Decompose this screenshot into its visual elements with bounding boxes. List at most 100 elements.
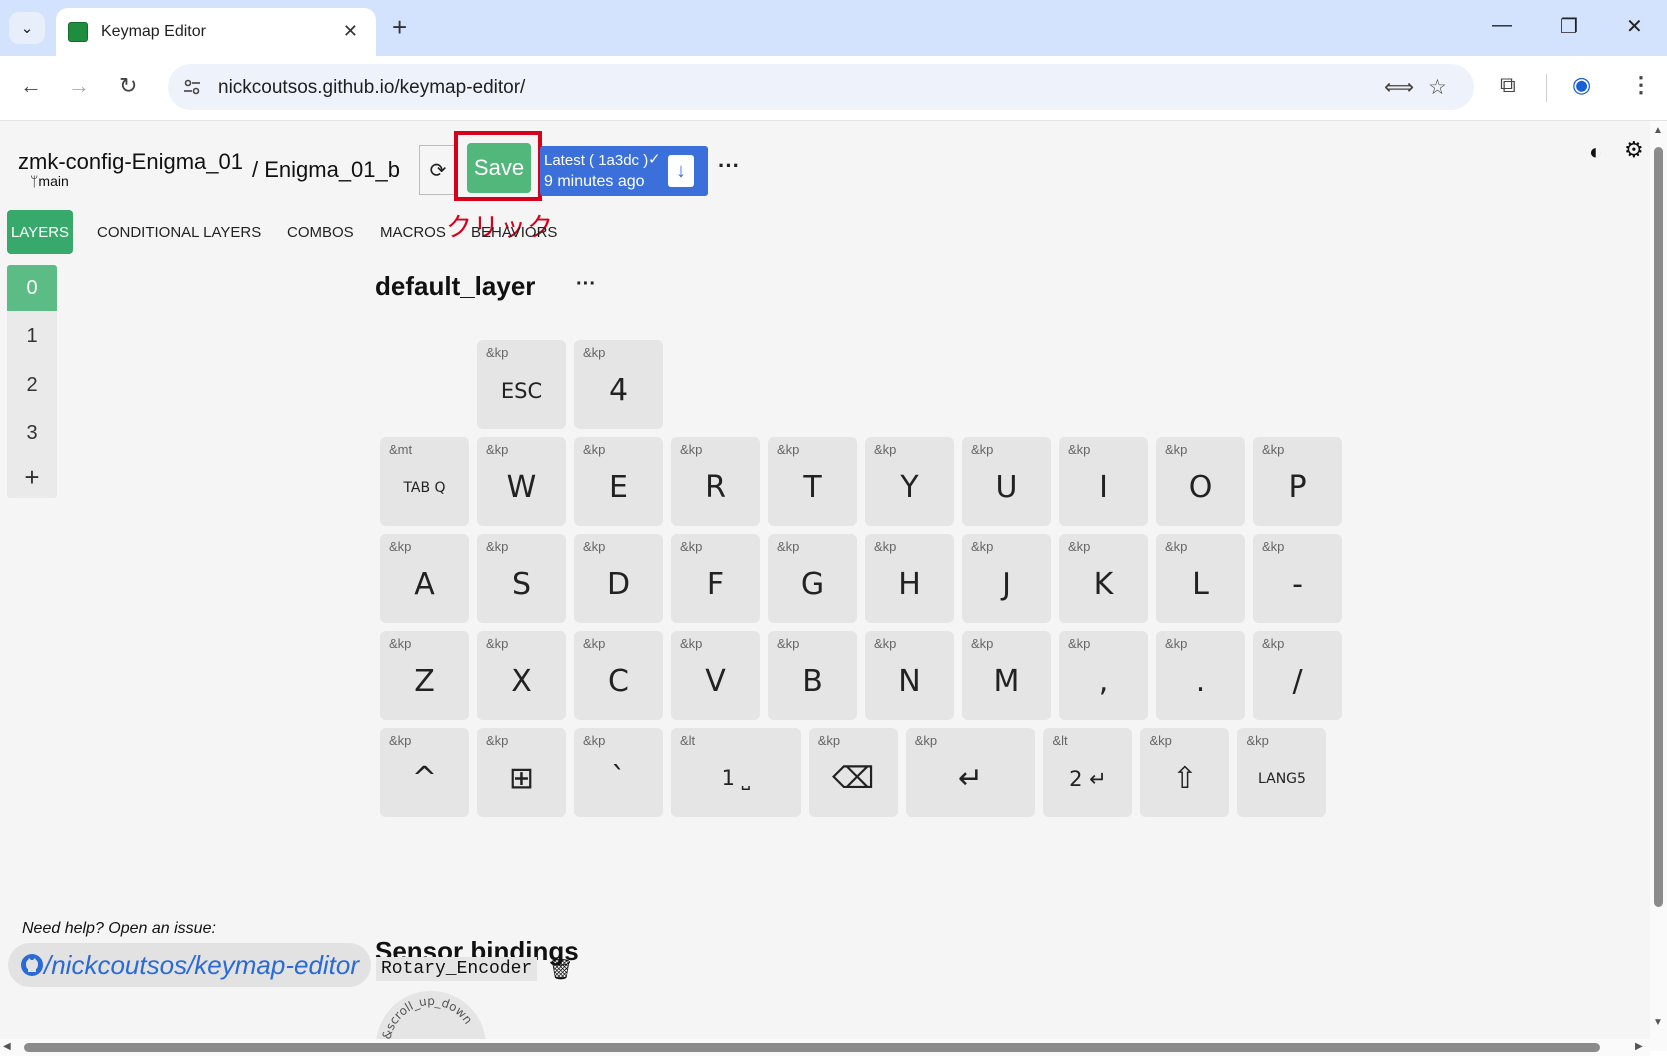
key[interactable]: &kp O [1156,437,1245,526]
key[interactable]: &kp M [962,631,1051,720]
key-backspace[interactable]: &kp ⌫ [808,728,898,817]
key[interactable]: &kp ` [574,728,663,817]
key[interactable]: &kp K [1059,534,1148,623]
key-value: K [1093,567,1114,602]
scroll-up-icon[interactable]: ▲ [1653,125,1663,136]
tab-behaviors[interactable]: BEHAVIORS [471,210,557,254]
browser-toolbar: ← → ↻ nickcoutsos.github.io/keymap-edito… [0,56,1667,121]
horizontal-scrollbar[interactable]: ◀ ▶ [0,1039,1650,1056]
tab-strip: ⌄ Keymap Editor ✕ + — ❐ ✕ [0,0,1667,56]
layer-title[interactable]: default_layer [375,271,535,302]
key[interactable]: &kp L [1156,534,1245,623]
commit-status[interactable]: Latest ( 1a3dc ) ✓ 9 minutes ago ↓ [540,146,708,196]
key[interactable]: &kp G [768,534,857,623]
key[interactable]: &kp T [768,437,857,526]
repo-name[interactable]: zmk-config-Enigma_01 [18,149,243,175]
layer-item-3[interactable]: 3 [7,410,57,456]
key[interactable]: &mt TAB Q [380,437,469,526]
layer-options-icon[interactable]: ··· [576,273,596,296]
key-value: ESC [500,378,543,403]
tab-layers[interactable]: LAYERS [7,210,73,254]
key[interactable]: &kp N [865,631,954,720]
key[interactable]: &kp X [477,631,566,720]
layer-item-2[interactable]: 2 [7,362,57,408]
key[interactable]: &kp B [768,631,857,720]
settings-gear-icon[interactable]: ⚙ [1624,137,1644,163]
bookmark-star-icon[interactable]: ☆ [1428,75,1447,100]
vertical-scroll-thumb[interactable] [1654,147,1663,907]
key[interactable]: &kp U [962,437,1051,526]
encoder-binding-text: &scroll_up_down [380,994,476,1041]
key[interactable]: &kp Z [380,631,469,720]
key[interactable]: &kp J [962,534,1051,623]
key-enter[interactable]: &kp ↵ [905,728,1036,817]
more-options-icon[interactable]: ··· [718,153,740,179]
restore-icon[interactable]: ❐ [1560,14,1578,39]
keyboard-name[interactable]: / Enigma_01_b [252,157,400,183]
key[interactable]: &kp I [1059,437,1148,526]
tab-search-chevron-icon[interactable]: ⌄ [9,12,45,44]
key[interactable]: &kp A [380,534,469,623]
key[interactable]: &lt 2 ↵ [1043,728,1133,817]
download-icon[interactable]: ↓ [668,155,694,187]
tab-combos[interactable]: COMBOS [287,210,354,254]
address-bar[interactable]: nickcoutsos.github.io/keymap-editor/ ⟺ ☆ [168,64,1474,110]
key[interactable]: &kp D [574,534,663,623]
scroll-down-icon[interactable]: ▼ [1653,1017,1663,1028]
key[interactable]: &kp H [865,534,954,623]
key[interactable]: &kp W [477,437,566,526]
key-windows[interactable]: &kp ⊞ [477,728,566,817]
profile-icon[interactable]: ◉ [1572,72,1591,98]
key[interactable]: &kp P [1253,437,1342,526]
tab-title: Keymap Editor [101,23,206,40]
site-info-icon[interactable] [182,77,202,97]
translate-icon[interactable]: ⟺ [1384,75,1414,100]
key[interactable]: &kp. [1156,631,1245,720]
horizontal-scroll-thumb[interactable] [24,1043,1600,1052]
key-shift[interactable]: &kp ⇧ [1140,728,1230,817]
forward-icon[interactable]: → [68,74,90,98]
extensions-icon[interactable]: ⧉ [1500,72,1516,98]
layer-item-0[interactable]: 0 [7,265,57,311]
key[interactable]: &kp / [1253,631,1342,720]
scroll-right-icon[interactable]: ▶ [1635,1041,1643,1052]
vertical-scrollbar[interactable]: ▲ ▼ [1650,121,1667,1051]
key[interactable]: &kp - [1253,534,1342,623]
scroll-left-icon[interactable]: ◀ [3,1041,11,1052]
browser-tab[interactable]: Keymap Editor ✕ [56,8,376,56]
key[interactable]: &kp R [671,437,760,526]
tab-close-icon[interactable]: ✕ [343,21,358,42]
reload-icon[interactable]: ↻ [119,74,137,98]
new-tab-icon[interactable]: + [392,14,407,40]
close-window-icon[interactable]: ✕ [1626,14,1643,39]
add-layer-icon[interactable]: + [7,454,57,500]
key[interactable]: &kp F [671,534,760,623]
key-value: Y [900,470,919,505]
minimize-icon[interactable]: — [1492,14,1512,37]
key[interactable]: &lt 1 ⎵ [671,728,801,817]
trash-icon[interactable]: 🗑 [548,957,573,982]
key[interactable]: &kp V [671,631,760,720]
tab-macros[interactable]: MACROS [380,210,446,254]
key[interactable]: &kp, [1059,631,1148,720]
key-value: F [706,567,725,602]
key-value: R [705,470,726,505]
key[interactable]: &kp 4 [574,340,663,429]
key[interactable]: &kp ^ [380,728,469,817]
key[interactable]: &kp C [574,631,663,720]
layer-item-1[interactable]: 1 [7,313,57,359]
key[interactable]: &kp Y [865,437,954,526]
key[interactable]: &kp ESC [477,340,566,429]
browser-menu-icon[interactable]: ⋮ [1630,72,1652,98]
key[interactable]: &kp E [574,437,663,526]
branch-label[interactable]: ᛘmain [30,173,69,189]
github-link[interactable]: /nickcoutsos/keymap-editor [8,943,372,987]
back-icon[interactable]: ← [20,74,42,98]
theme-toggle-icon[interactable]: ◐ [1589,139,1602,165]
refresh-button[interactable]: ⟳ [419,145,457,195]
key[interactable]: &kp S [477,534,566,623]
key-value: B [802,664,823,699]
key[interactable]: &kp LANG5 [1237,728,1327,817]
tab-conditional-layers[interactable]: CONDITIONAL LAYERS [97,210,261,254]
refresh-icon: ⟳ [429,159,447,182]
